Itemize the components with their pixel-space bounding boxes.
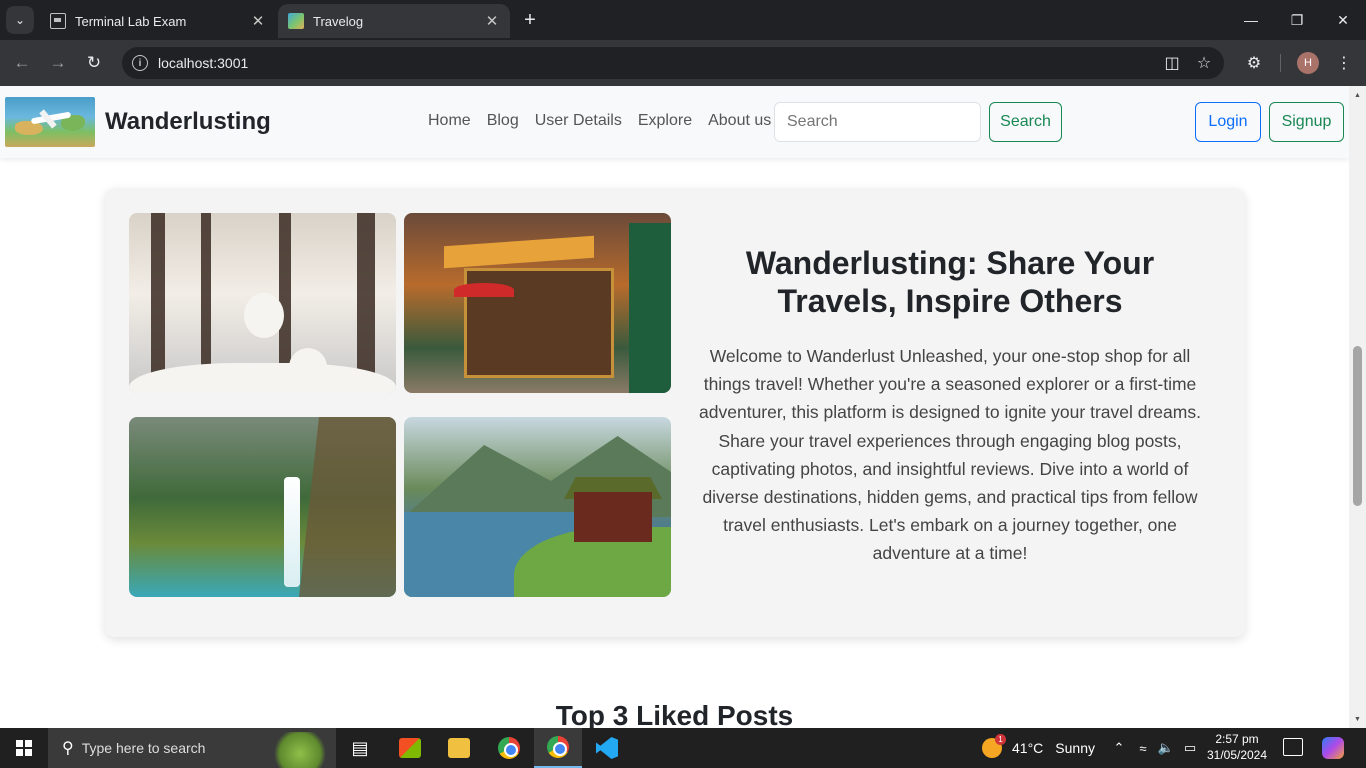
- window-close-icon[interactable]: ✕: [1320, 0, 1366, 40]
- weather-widget[interactable]: 1 41°C Sunny: [982, 728, 1095, 768]
- signup-button[interactable]: Signup: [1269, 102, 1344, 142]
- tab-search-chevron-icon[interactable]: ⌄: [6, 6, 34, 34]
- tree-trunk: [357, 213, 375, 393]
- nav-link-home[interactable]: Home: [428, 112, 471, 130]
- tab-terminal-lab-exam[interactable]: Terminal Lab Exam ✕: [40, 4, 276, 38]
- brand-name[interactable]: Wanderlusting: [105, 108, 271, 136]
- site-search-input[interactable]: [774, 102, 981, 142]
- nav-link-about-us[interactable]: About us: [708, 112, 771, 130]
- weather-condition: Sunny: [1055, 740, 1095, 756]
- browser-tab-bar: ⌄ Terminal Lab Exam ✕ Travelog ✕ + — ❐ ✕: [0, 0, 1366, 40]
- address-url: localhost:3001: [158, 55, 249, 71]
- hero-title: Wanderlusting: Share Your Travels, Inspi…: [745, 245, 1155, 319]
- tab-close-icon[interactable]: ✕: [248, 11, 268, 31]
- sun-weather-icon: 1: [982, 734, 1006, 758]
- task-view-icon[interactable]: ▤: [336, 728, 384, 768]
- nav-link-explore[interactable]: Explore: [638, 112, 692, 130]
- hero-card: Wanderlusting: Share Your Travels, Inspi…: [105, 188, 1245, 637]
- tab-close-icon[interactable]: ✕: [482, 11, 502, 31]
- tab-favicon-icon: [50, 13, 66, 29]
- chrome-profile-active-icon[interactable]: [534, 728, 582, 768]
- nav-links: Home Blog User Details Explore About us: [428, 112, 787, 130]
- search-button[interactable]: Search: [989, 102, 1062, 142]
- reload-icon[interactable]: ↻: [81, 50, 107, 76]
- login-button[interactable]: Login: [1195, 102, 1261, 142]
- waterfall-stream: [284, 477, 300, 587]
- microsoft-store-icon[interactable]: [386, 728, 434, 768]
- scroll-down-arrow-icon[interactable]: ▼: [1349, 712, 1366, 726]
- profile-avatar[interactable]: H: [1297, 52, 1319, 74]
- lakeside-cabin-photo: [404, 417, 671, 597]
- minimize-icon[interactable]: —: [1228, 0, 1274, 40]
- new-tab-plus-icon[interactable]: +: [518, 8, 542, 32]
- search-highlight-art: [270, 732, 330, 768]
- snowy-forest-snowmen-photo: [129, 213, 396, 393]
- address-bar[interactable]: i localhost:3001: [122, 47, 1224, 79]
- tab-title: Terminal Lab Exam: [75, 13, 187, 29]
- windows-start-icon[interactable]: [16, 740, 32, 756]
- site-navbar: Wanderlusting Home Blog User Details Exp…: [0, 86, 1349, 158]
- search-icon: ⚲: [62, 740, 74, 757]
- tab-travelog[interactable]: Travelog ✕: [278, 4, 510, 38]
- clock-date: 31/05/2024: [1206, 748, 1268, 762]
- tab-favicon-icon: [288, 13, 304, 29]
- weather-temperature: 41°C: [1012, 740, 1044, 756]
- notification-center-icon[interactable]: [1283, 738, 1303, 756]
- bookmark-star-icon[interactable]: ☆: [1191, 50, 1217, 76]
- install-app-icon[interactable]: ◫: [1159, 50, 1185, 76]
- page-scrollbar[interactable]: ▲ ▼: [1349, 86, 1366, 728]
- street-cafe-kiosk-photo: [404, 213, 671, 393]
- cafe-green-facade: [629, 223, 671, 393]
- red-umbrella: [454, 283, 514, 297]
- vscode-icon[interactable]: [583, 728, 631, 768]
- windows-taskbar: ⚲ Type here to search ▤ 1 41°C Sunny ⌃ ≈…: [0, 728, 1366, 768]
- clock-time: 2:57 pm: [1215, 732, 1259, 746]
- nav-link-user-details[interactable]: User Details: [535, 112, 622, 130]
- copilot-icon[interactable]: [1322, 737, 1344, 759]
- top-liked-posts-heading: Top 3 Liked Posts: [555, 700, 794, 728]
- chrome-icon[interactable]: [485, 728, 533, 768]
- file-explorer-icon[interactable]: [435, 728, 483, 768]
- snow-ground: [129, 363, 396, 393]
- back-arrow-icon[interactable]: ←: [9, 50, 35, 76]
- tab-title: Travelog: [313, 13, 364, 29]
- browser-menu-icon[interactable]: ⋮: [1331, 50, 1357, 76]
- site-info-icon[interactable]: i: [132, 55, 148, 71]
- tree-trunk: [151, 213, 165, 393]
- hero-description: Welcome to Wanderlust Unleashed, your on…: [699, 346, 1201, 564]
- extensions-puzzle-icon[interactable]: ⚙: [1241, 50, 1267, 76]
- snowman-shape: [244, 293, 284, 338]
- page-viewport: Wanderlusting Home Blog User Details Exp…: [0, 86, 1366, 728]
- volume-icon[interactable]: 🔈: [1155, 728, 1177, 768]
- battery-icon[interactable]: ▭: [1179, 728, 1201, 768]
- site-logo-image[interactable]: [5, 97, 95, 147]
- cafe-awning: [444, 235, 594, 269]
- browser-toolbar: ← → ↻ i localhost:3001 ◫ ☆ ⚙ ⋮: [0, 40, 1366, 86]
- show-hidden-icons-chevron-icon[interactable]: ⌃: [1108, 728, 1130, 768]
- toolbar-divider: [1280, 54, 1281, 72]
- taskbar-clock[interactable]: 2:57 pm 31/05/2024: [1205, 731, 1269, 763]
- nav-link-blog[interactable]: Blog: [487, 112, 519, 130]
- scroll-up-arrow-icon[interactable]: ▲: [1349, 88, 1366, 102]
- mountain-waterfall-photo: [129, 417, 396, 597]
- cabin-house: [574, 492, 652, 542]
- weather-alert-badge: 1: [995, 734, 1006, 745]
- restore-icon[interactable]: ❐: [1274, 0, 1320, 40]
- scrollbar-thumb[interactable]: [1353, 346, 1362, 506]
- wifi-icon[interactable]: ≈: [1132, 728, 1154, 768]
- taskbar-search-placeholder: Type here to search: [81, 740, 206, 756]
- rock-cliff: [299, 417, 396, 597]
- forward-arrow-icon[interactable]: →: [45, 50, 71, 76]
